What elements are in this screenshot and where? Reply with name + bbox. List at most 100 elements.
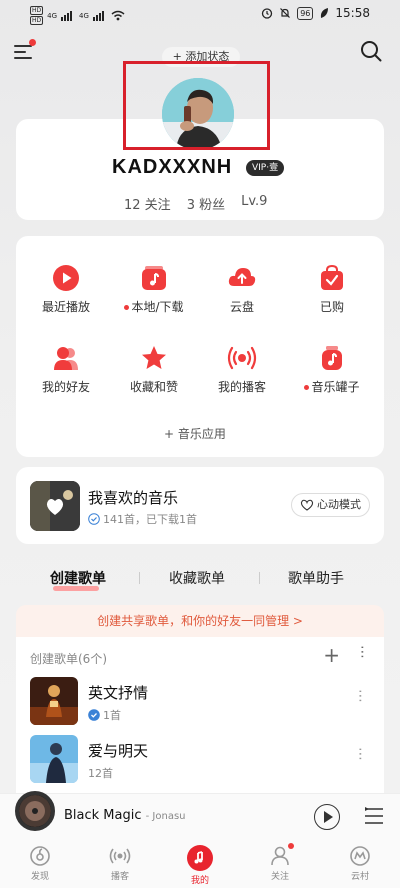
hd-badges: HD HD [30,6,44,25]
search-icon[interactable] [360,40,382,62]
leaf-icon [321,8,329,18]
nav-label: 我的 [190,876,209,886]
highlight-box [123,61,270,150]
tab-divider [139,572,140,584]
playlist-name: 爱与明天 [88,742,149,760]
hd-badge: HD [30,6,44,15]
tab-divider [259,572,260,584]
playlist-count: 1首 [88,707,121,723]
liked-music-card[interactable]: 我喜欢的音乐 141首，已下载1首 心动模式 [16,467,384,544]
mini-player[interactable]: Black Magic - Jonasu [0,791,400,839]
following-count[interactable]: 12 关注 [124,194,171,213]
playlist-song-count: 12首 [88,767,113,780]
downloaded-check-icon [88,513,100,525]
status-bar: HD HD 4G 4G 96 15:58 [0,0,400,30]
notification-dot [29,39,36,46]
battery-indicator: 96 [297,6,314,20]
grid-item-podcast[interactable]: 我的播客 [202,344,282,395]
nav-label: 发现 [30,872,49,882]
profile-stats: 12 关注 3 粉丝 Lv.9 [124,194,267,213]
tab-collected-playlists[interactable]: 收藏歌单 [169,568,225,588]
playlist-row-more-button[interactable]: ⋯ [352,747,368,761]
new-dot [304,385,310,390]
vip-badge[interactable]: VIP·壹 [246,160,285,176]
playlist-cover [30,735,78,783]
liked-music-subtitle: 141首，已下载1首 [88,511,197,527]
nav-label: 播客 [110,872,129,882]
heart-mode-label: 心动模式 [317,498,361,511]
grid-item-favorites[interactable]: 收藏和赞 [114,344,194,395]
followers-count[interactable]: 3 粉丝 [187,194,225,213]
song-artist: - Jonasu [145,811,186,822]
nav-community[interactable]: 云村 [330,845,390,882]
grid-item-label: 已购 [319,300,344,314]
shopping-bag-icon [321,264,343,290]
player-disc[interactable] [15,791,55,831]
share-playlist-banner[interactable]: 创建共享歌单，和你的好友一同管理 > [16,605,384,637]
heart-icon [300,499,314,511]
nav-discover[interactable]: 发现 [10,845,70,882]
alarm-icon [262,8,273,19]
downloaded-check-icon [88,709,100,721]
my-music-icon [187,845,213,871]
nav-label: 云村 [350,872,369,882]
tab-created-playlists[interactable]: 创建歌单 [50,568,106,588]
new-dot [124,305,130,310]
song-title: Black Magic [64,808,142,823]
star-icon [142,346,166,369]
grid-item-music-jar[interactable]: 音乐罐子 [292,344,372,395]
music-app-button[interactable]: + 音乐应用 [164,425,226,442]
grid-item-label: 收藏和赞 [129,380,178,394]
following-icon [271,846,289,866]
grid-item-recent[interactable]: 最近播放 [26,264,106,315]
liked-music-cover [30,481,80,531]
nav-podcast[interactable]: 播客 [90,845,150,882]
hd-badge: HD [30,16,44,25]
quick-access-card: 最近播放 本地/下载 云盘 已购 我的好友 收藏和赞 我的播客 音乐罐子 + 音… [16,236,384,457]
music-jar-icon [322,346,342,370]
mute-bell-icon [280,8,291,18]
playlist-row[interactable]: 爱与明天 12首 ⋯ [30,735,370,785]
community-icon [350,846,370,866]
wifi-icon [111,10,125,21]
network-label: 4G [47,11,58,20]
grid-item-label: 音乐罐子 [311,380,360,394]
play-circle-icon [53,265,79,291]
playlist-count: 12首 [88,765,113,781]
grid-item-cloud[interactable]: 云盘 [202,264,282,315]
bottom-nav: 发现 播客 我的 关注 云村 [0,839,400,888]
playlist-song-count: 1首 [103,709,121,722]
playlist-cover-art [30,677,78,725]
nav-label: 关注 [270,872,289,882]
playlist-row[interactable]: 英文抒情 1首 ⋯ [30,677,370,727]
playlist-row-more-button[interactable]: ⋯ [352,689,368,703]
grid-item-friends[interactable]: 我的好友 [26,344,106,395]
album-art [19,795,51,827]
grid-item-label: 本地/下载 [131,300,184,314]
tab-playlist-assistant[interactable]: 歌单助手 [288,568,344,588]
notification-dot [288,843,294,849]
status-left: HD HD 4G 4G [30,6,125,25]
grid-item-label: 我的播客 [217,380,266,394]
level-badge[interactable]: Lv.9 [241,194,267,213]
nav-following[interactable]: 关注 [250,843,310,882]
liked-cover-art [30,481,80,531]
liked-music-count: 141首，已下载1首 [103,513,197,526]
play-button[interactable] [314,804,340,830]
podcast-icon [227,346,257,370]
grid-item-label: 最近播放 [41,300,90,314]
nav-mine[interactable]: 我的 [170,845,230,886]
playlist-cover-art [30,735,78,783]
grid-item-label: 云盘 [229,300,254,314]
grid-item-purchased[interactable]: 已购 [292,264,372,315]
add-playlist-button[interactable]: + [323,643,340,667]
heart-mode-button[interactable]: 心动模式 [291,493,370,517]
playlist-queue-icon[interactable] [364,807,384,825]
liked-music-title: 我喜欢的音乐 [88,489,179,507]
playlist-more-button[interactable]: ⋯ [354,645,370,659]
status-right: 96 15:58 [261,6,370,20]
grid-item-local-download[interactable]: 本地/下载 [114,264,194,315]
playlist-cover [30,677,78,725]
username: KADXXXNH [112,156,233,178]
menu-button[interactable] [14,39,36,60]
